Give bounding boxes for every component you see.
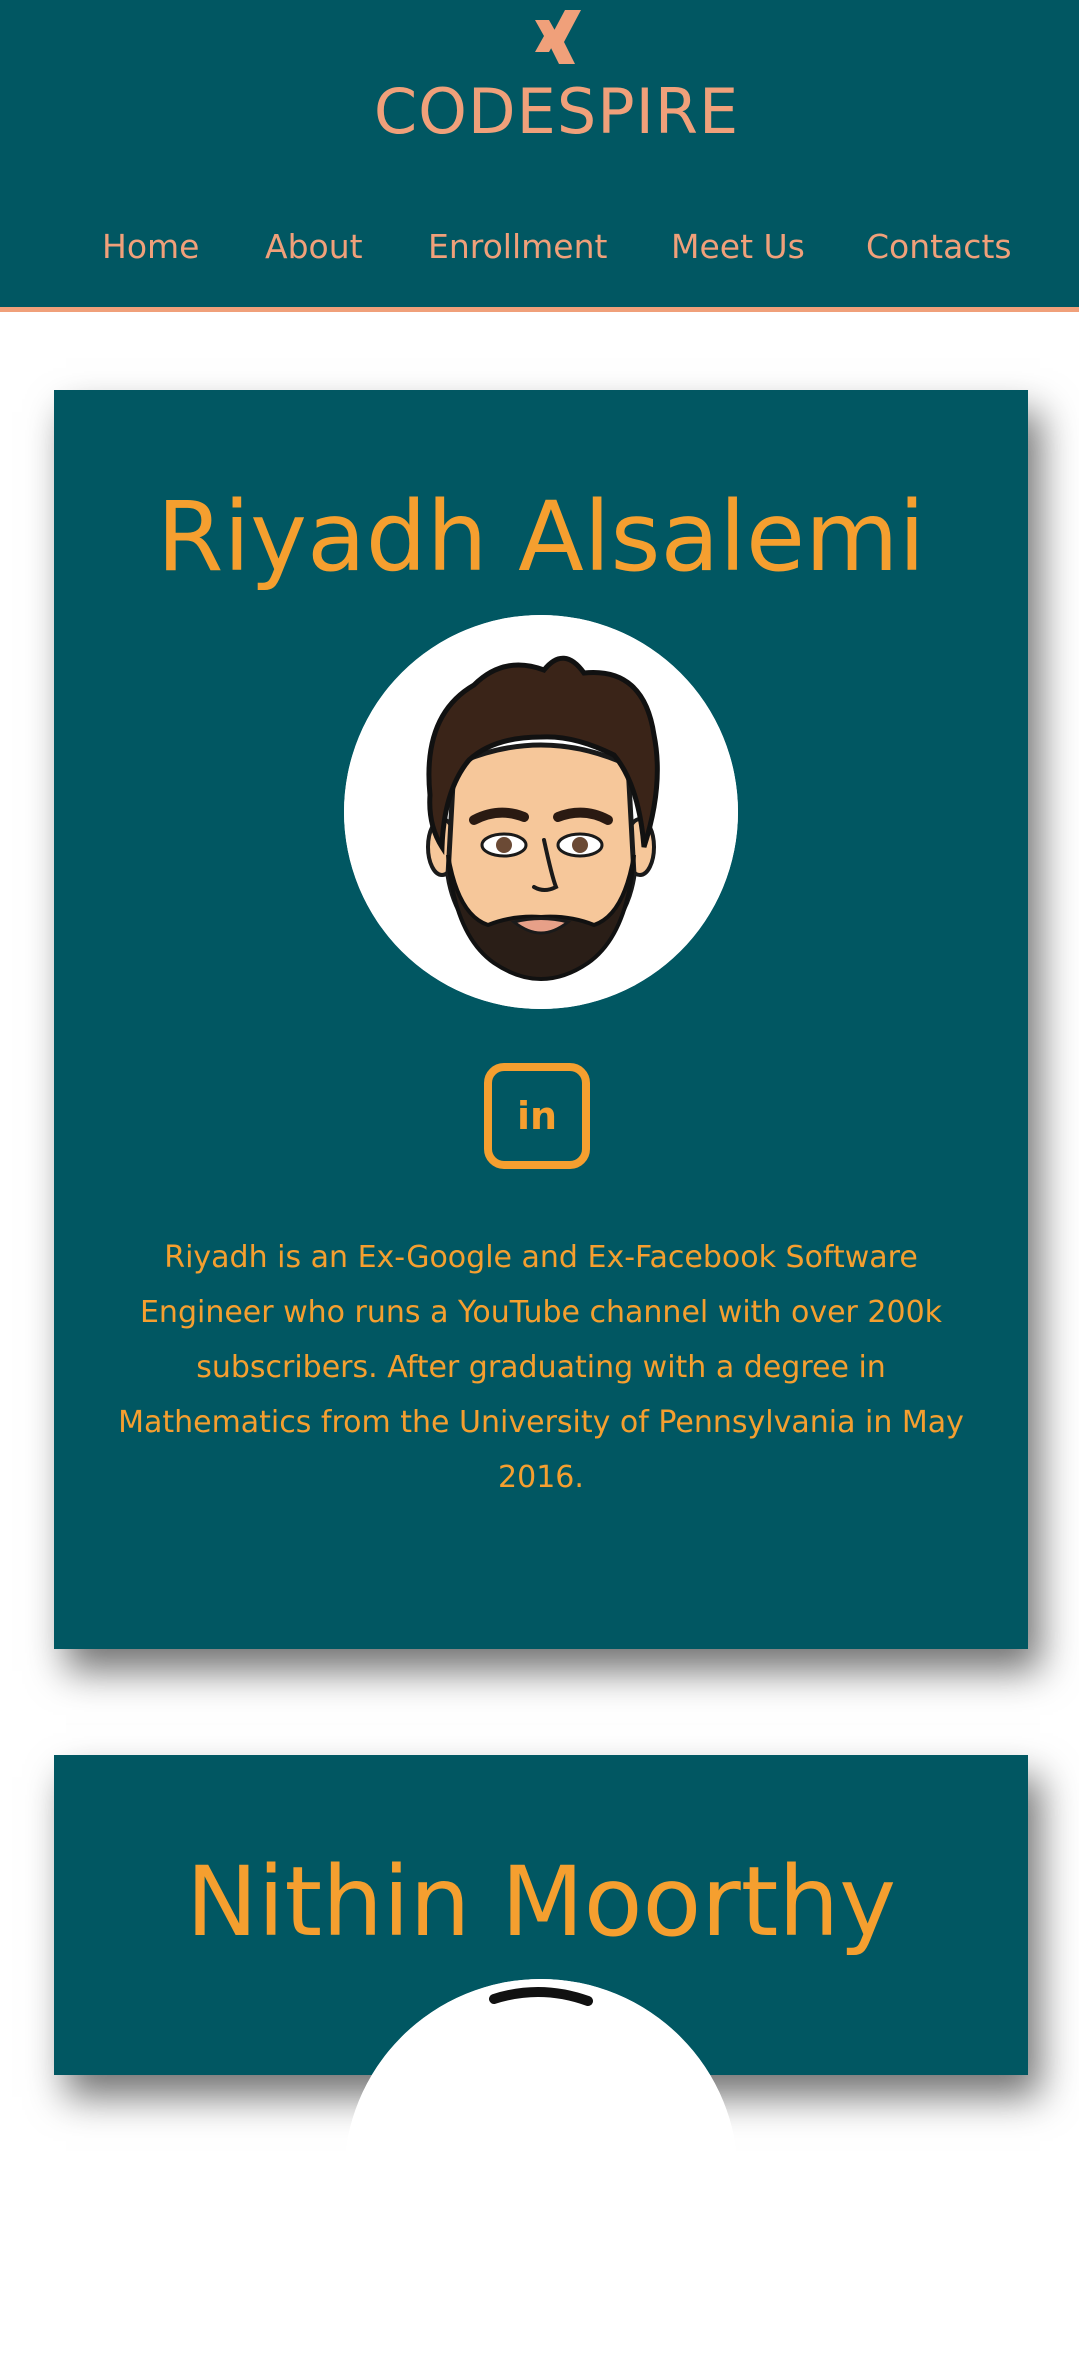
member-name: Riyadh Alsalemi bbox=[156, 481, 926, 593]
member-name: Nithin Moorthy bbox=[185, 1846, 897, 1958]
site-header: CODESPIRE Home About Enrollment Meet Us … bbox=[0, 0, 1079, 312]
team-member-card: Nithin Moorthy bbox=[54, 1755, 1028, 2373]
team-member-card: Riyadh Alsalemi in Riyadh is an Ex-Googl… bbox=[54, 390, 1028, 1649]
nav-about[interactable]: About bbox=[265, 222, 363, 272]
bitmoji-avatar-icon bbox=[344, 615, 738, 1009]
member-avatar bbox=[344, 615, 738, 1009]
nav-meet-us[interactable]: Meet Us bbox=[671, 222, 805, 272]
main-nav: Home About Enrollment Meet Us Contacts bbox=[0, 222, 1079, 272]
bitmoji-avatar-icon bbox=[344, 1979, 738, 2373]
member-avatar bbox=[344, 1979, 738, 2373]
nav-enrollment[interactable]: Enrollment bbox=[428, 222, 607, 272]
xing-logo-icon[interactable] bbox=[529, 10, 585, 74]
brand-name[interactable]: CODESPIRE bbox=[0, 74, 1079, 150]
linkedin-icon[interactable]: in bbox=[484, 1063, 590, 1169]
nav-contacts[interactable]: Contacts bbox=[866, 222, 1012, 272]
nav-home[interactable]: Home bbox=[102, 222, 199, 272]
member-bio: Riyadh is an Ex-Google and Ex-Facebook S… bbox=[118, 1240, 964, 1495]
